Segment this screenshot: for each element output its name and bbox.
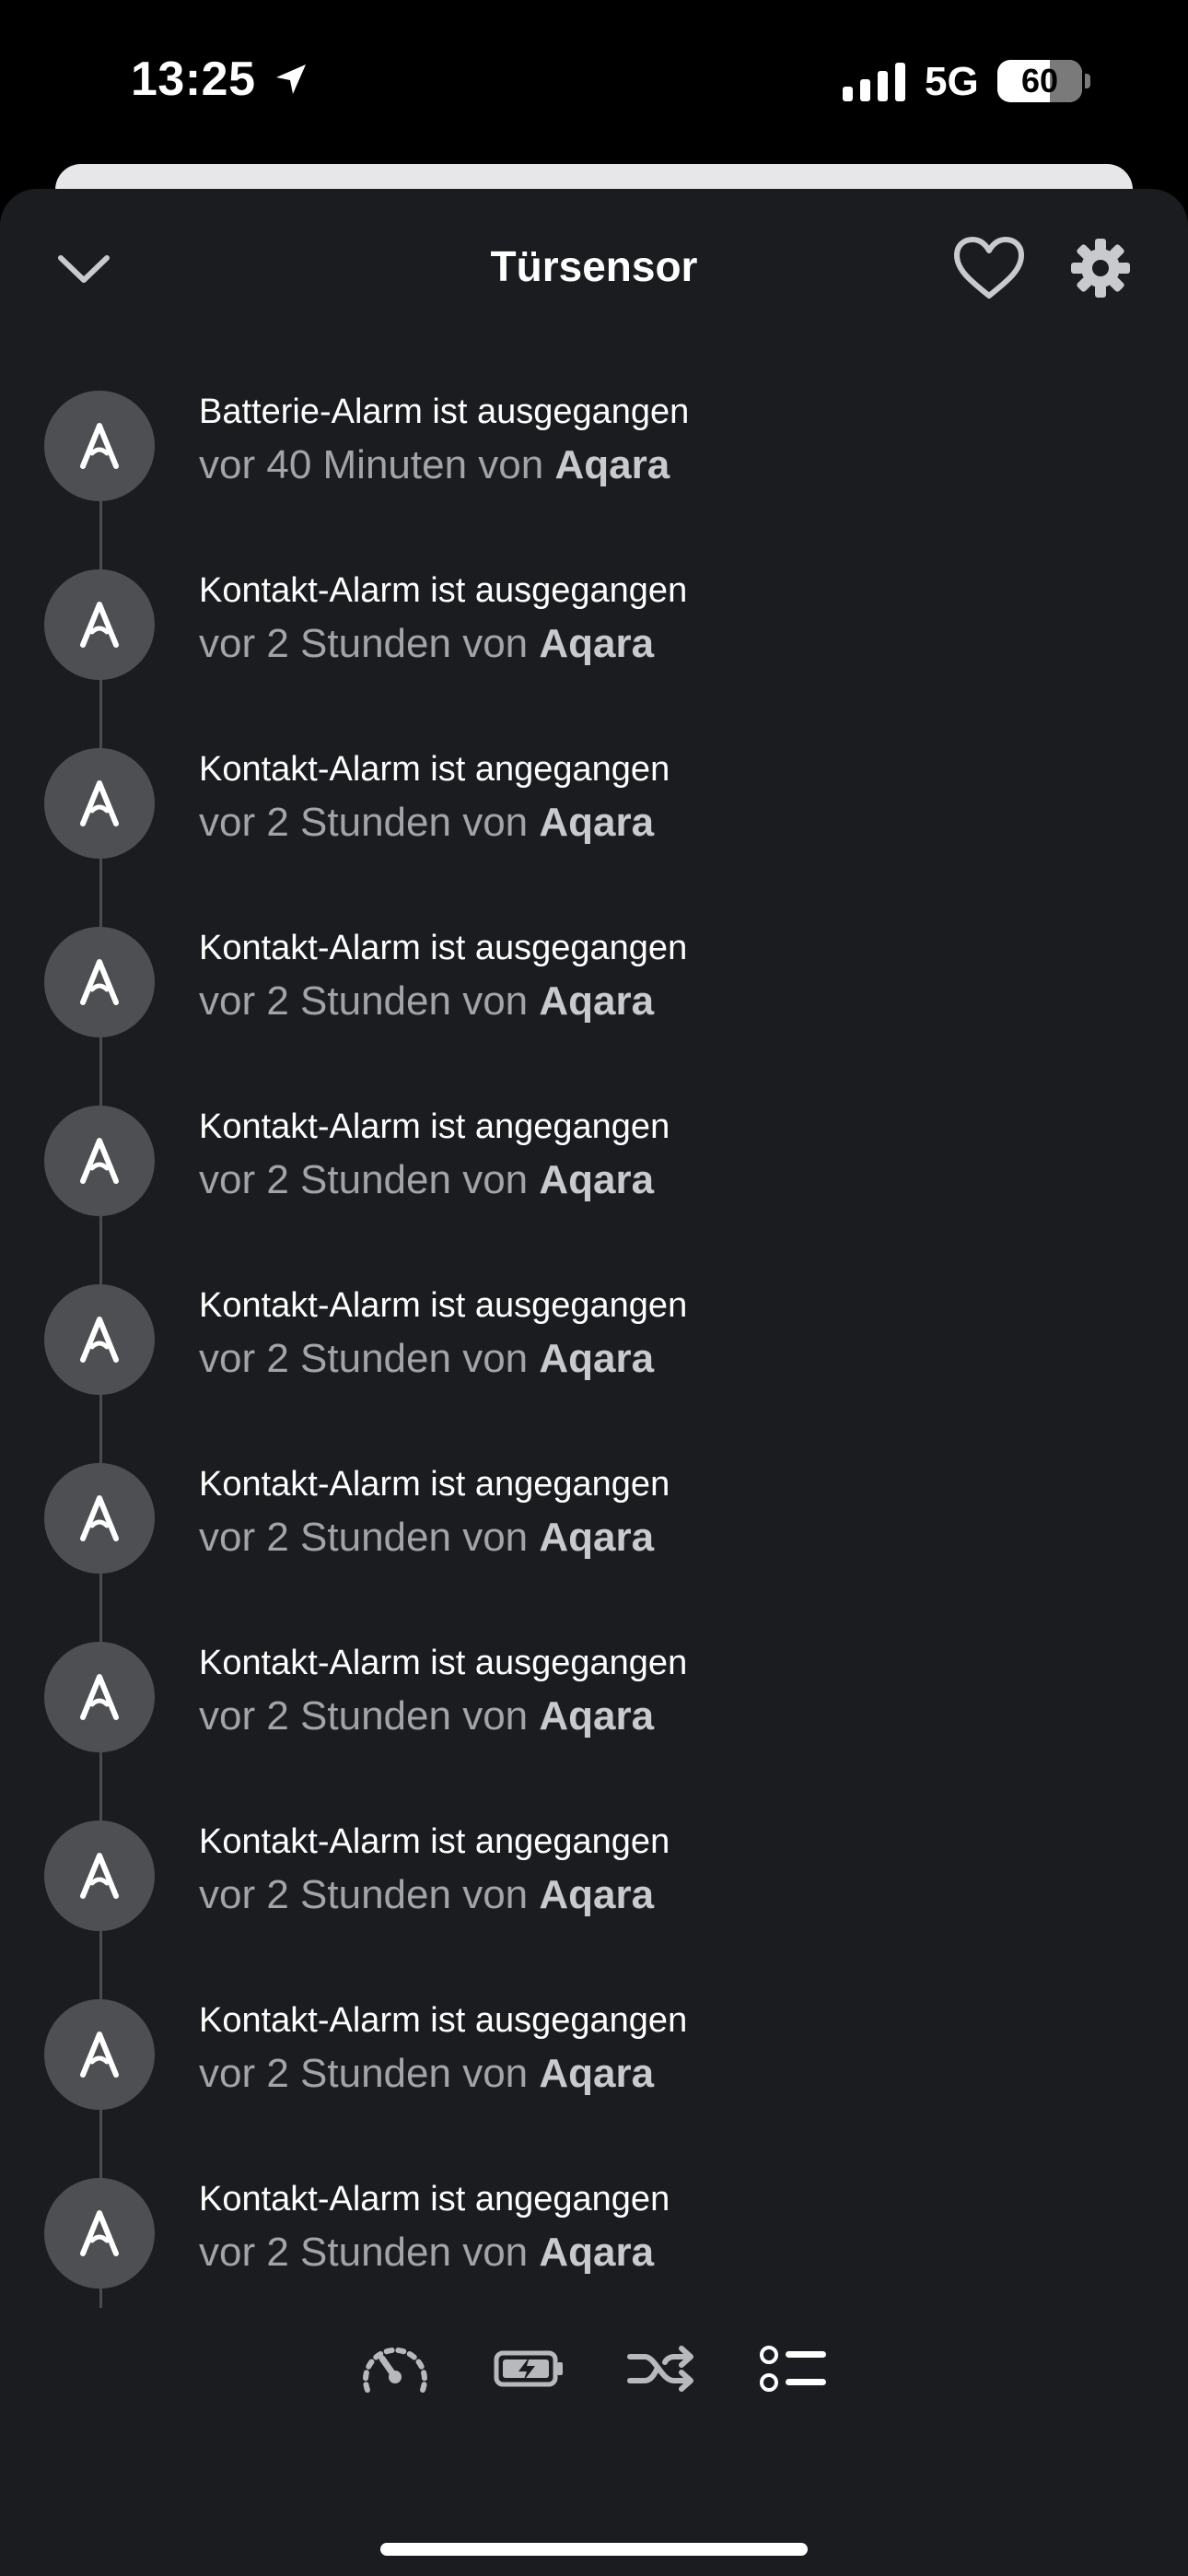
event-time: vor 2 Stunden bbox=[199, 2051, 451, 2096]
event-item[interactable]: Batterie-Alarm ist ausgegangen vor 40 Mi… bbox=[0, 387, 1188, 544]
aqara-logo-icon bbox=[44, 2178, 155, 2289]
event-title: Kontakt-Alarm ist angegangen bbox=[199, 1107, 670, 1146]
aqara-logo-icon bbox=[44, 1821, 155, 1931]
aqara-logo-icon bbox=[44, 927, 155, 1037]
event-by: von bbox=[462, 2051, 529, 2096]
event-time: vor 2 Stunden bbox=[199, 1336, 451, 1381]
event-title: Kontakt-Alarm ist angegangen bbox=[199, 1822, 670, 1861]
event-title: Batterie-Alarm ist ausgegangen bbox=[199, 392, 690, 431]
event-meta: vor 40 Minuten von Aqara bbox=[199, 442, 670, 488]
event-source: Aqara bbox=[539, 978, 655, 1024]
event-source: Aqara bbox=[539, 1693, 655, 1739]
network-type: 5G bbox=[925, 59, 979, 104]
event-source: Aqara bbox=[539, 1157, 655, 1202]
aqara-logo-icon bbox=[44, 748, 155, 859]
event-meta: vor 2 Stunden von Aqara bbox=[199, 978, 654, 1025]
event-source: Aqara bbox=[539, 1872, 655, 1917]
event-title: Kontakt-Alarm ist ausgegangen bbox=[199, 2001, 688, 2040]
event-source: Aqara bbox=[539, 1336, 655, 1381]
event-meta: vor 2 Stunden von Aqara bbox=[199, 1515, 654, 1561]
cellular-signal-icon bbox=[843, 63, 905, 101]
event-item[interactable]: Kontakt-Alarm ist angegangen vor 2 Stund… bbox=[0, 1817, 1188, 1973]
status-time: 13:25 bbox=[131, 53, 256, 106]
event-by: von bbox=[462, 2230, 529, 2275]
event-by: von bbox=[462, 1515, 529, 1560]
aqara-logo-icon bbox=[44, 1642, 155, 1752]
event-title: Kontakt-Alarm ist angegangen bbox=[199, 2180, 670, 2219]
event-by: von bbox=[462, 1693, 529, 1739]
heart-icon[interactable] bbox=[952, 235, 1026, 301]
event-title: Kontakt-Alarm ist angegangen bbox=[199, 1465, 670, 1504]
event-item[interactable]: Kontakt-Alarm ist ausgegangen vor 2 Stun… bbox=[0, 1638, 1188, 1795]
event-meta: vor 2 Stunden von Aqara bbox=[199, 800, 654, 846]
battery-cap bbox=[1085, 74, 1090, 88]
event-by: von bbox=[478, 442, 544, 487]
event-item[interactable]: Kontakt-Alarm ist angegangen vor 2 Stund… bbox=[0, 744, 1188, 901]
bottom-tab-bar bbox=[0, 2331, 1188, 2414]
event-meta: vor 2 Stunden von Aqara bbox=[199, 1336, 654, 1382]
event-by: von bbox=[462, 621, 529, 666]
event-source: Aqara bbox=[539, 800, 655, 845]
event-time: vor 40 Minuten bbox=[199, 442, 468, 487]
event-source: Aqara bbox=[539, 621, 655, 666]
event-meta: vor 2 Stunden von Aqara bbox=[199, 2230, 654, 2276]
aqara-logo-icon bbox=[44, 391, 155, 501]
event-source: Aqara bbox=[554, 442, 670, 487]
event-item[interactable]: Kontakt-Alarm ist ausgegangen vor 2 Stun… bbox=[0, 1281, 1188, 1437]
event-time: vor 2 Stunden bbox=[199, 621, 451, 666]
event-title: Kontakt-Alarm ist ausgegangen bbox=[199, 1286, 688, 1325]
home-indicator bbox=[380, 2543, 808, 2556]
battery-level: 60 bbox=[1020, 62, 1059, 100]
gauge-icon[interactable] bbox=[358, 2336, 432, 2401]
event-meta: vor 2 Stunden von Aqara bbox=[199, 1157, 654, 1203]
event-source: Aqara bbox=[539, 1515, 655, 1560]
event-by: von bbox=[462, 1157, 529, 1202]
event-source: Aqara bbox=[539, 2230, 655, 2275]
event-item[interactable]: Kontakt-Alarm ist ausgegangen vor 2 Stun… bbox=[0, 566, 1188, 722]
event-item[interactable]: Kontakt-Alarm ist ausgegangen vor 2 Stun… bbox=[0, 923, 1188, 1080]
event-time: vor 2 Stunden bbox=[199, 1872, 451, 1917]
location-arrow-icon bbox=[276, 64, 306, 94]
event-time: vor 2 Stunden bbox=[199, 2230, 451, 2275]
shuffle-icon[interactable] bbox=[624, 2336, 698, 2401]
event-meta: vor 2 Stunden von Aqara bbox=[199, 1872, 654, 1918]
event-meta: vor 2 Stunden von Aqara bbox=[199, 2051, 654, 2097]
event-by: von bbox=[462, 1336, 529, 1381]
aqara-logo-icon bbox=[44, 1284, 155, 1395]
event-title: Kontakt-Alarm ist ausgegangen bbox=[199, 929, 688, 967]
event-title: Kontakt-Alarm ist angegangen bbox=[199, 750, 670, 789]
battery-icon: 60 bbox=[997, 60, 1082, 102]
event-time: vor 2 Stunden bbox=[199, 800, 451, 845]
event-item[interactable]: Kontakt-Alarm ist angegangen vor 2 Stund… bbox=[0, 2174, 1188, 2331]
event-title: Kontakt-Alarm ist ausgegangen bbox=[199, 571, 688, 610]
battery-charging-icon[interactable] bbox=[493, 2336, 566, 2401]
aqara-logo-icon bbox=[44, 569, 155, 680]
event-by: von bbox=[462, 1872, 529, 1917]
event-title: Kontakt-Alarm ist ausgegangen bbox=[199, 1644, 688, 1682]
event-item[interactable]: Kontakt-Alarm ist angegangen vor 2 Stund… bbox=[0, 1102, 1188, 1259]
event-time: vor 2 Stunden bbox=[199, 1693, 451, 1739]
event-source: Aqara bbox=[539, 2051, 655, 2096]
aqara-logo-icon bbox=[44, 1463, 155, 1574]
list-icon[interactable] bbox=[756, 2336, 830, 2401]
event-time: vor 2 Stunden bbox=[199, 1515, 451, 1560]
event-item[interactable]: Kontakt-Alarm ist angegangen vor 2 Stund… bbox=[0, 1459, 1188, 1616]
event-by: von bbox=[462, 978, 529, 1024]
aqara-logo-icon bbox=[44, 1999, 155, 2110]
event-time: vor 2 Stunden bbox=[199, 978, 451, 1024]
aqara-logo-icon bbox=[44, 1106, 155, 1216]
event-time: vor 2 Stunden bbox=[199, 1157, 451, 1202]
event-item[interactable]: Kontakt-Alarm ist ausgegangen vor 2 Stun… bbox=[0, 1996, 1188, 2152]
status-bar: 13:25 5G 60 bbox=[0, 0, 1188, 161]
gear-icon[interactable] bbox=[1070, 238, 1131, 299]
event-by: von bbox=[462, 800, 529, 845]
event-meta: vor 2 Stunden von Aqara bbox=[199, 1693, 654, 1739]
event-meta: vor 2 Stunden von Aqara bbox=[199, 621, 654, 667]
